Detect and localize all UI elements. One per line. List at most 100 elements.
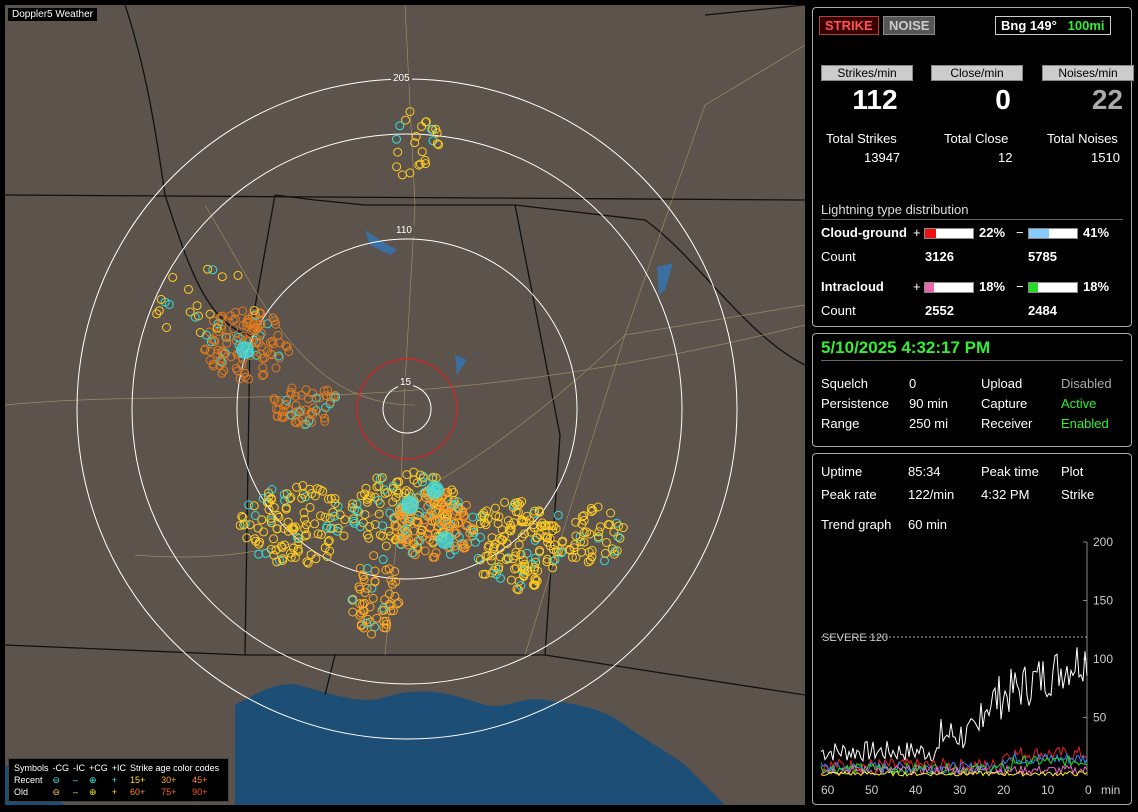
settings-panel: 5/10/2025 4:32:17 PM Squelch 0 Upload Di… bbox=[812, 333, 1132, 447]
lightning-map[interactable]: Doppler5 Weather 205 110 15 Symbols -CG … bbox=[5, 5, 805, 805]
ic-plus-sign: + bbox=[913, 279, 921, 294]
strike-marker bbox=[233, 366, 243, 376]
cg-count-label: Count bbox=[821, 249, 856, 264]
ic-negative-pct: 18% bbox=[1083, 279, 1110, 294]
trend-graph-value: 60 min bbox=[908, 517, 948, 532]
strike-marker bbox=[269, 503, 279, 512]
gulf-of-mexico bbox=[235, 684, 725, 805]
total-close-label: Total Close bbox=[944, 131, 1009, 146]
peak-time-value: 4:32 PM bbox=[981, 487, 1030, 502]
strike-marker bbox=[397, 170, 407, 180]
strike-marker bbox=[468, 512, 478, 522]
capture-label: Capture bbox=[981, 396, 1028, 411]
cg-minus-sign: − bbox=[1016, 225, 1024, 240]
cloud-ground-label: Cloud-ground bbox=[821, 225, 907, 240]
total-strikes-value: 13947 bbox=[864, 150, 901, 165]
range-rings bbox=[76, 78, 738, 740]
ic-positive-pct: 18% bbox=[979, 279, 1006, 294]
squelch-label: Squelch bbox=[821, 376, 868, 391]
receiver-label: Receiver bbox=[981, 416, 1033, 431]
strike-marker bbox=[348, 607, 358, 617]
strike-marker bbox=[219, 366, 229, 376]
noises-per-min-value: 22 bbox=[1091, 84, 1123, 115]
ring-label-110: 110 bbox=[394, 225, 414, 236]
x-tick-label: 50 bbox=[865, 783, 879, 797]
strike-marker bbox=[315, 485, 325, 495]
peak-rate-value: 122/min bbox=[908, 487, 955, 502]
strike-marker bbox=[192, 301, 202, 311]
x-tick-label: 20 bbox=[997, 783, 1011, 797]
strike-marker bbox=[311, 554, 321, 564]
intracloud-label: Intracloud bbox=[821, 279, 884, 294]
close-range-ring bbox=[356, 358, 458, 460]
map-title: Doppler5 Weather bbox=[8, 8, 97, 21]
strike-marker bbox=[405, 168, 415, 178]
minus-circle-icon: ⊖ bbox=[52, 775, 61, 785]
trend-line bbox=[820, 647, 1088, 763]
strike-marker bbox=[233, 270, 243, 280]
peak-time-label: Peak time bbox=[981, 464, 1039, 479]
legend-old-label: Old bbox=[14, 787, 29, 797]
strike-marker bbox=[203, 264, 213, 274]
squelch-value: 0 bbox=[909, 376, 917, 391]
total-noises-value: 1510 bbox=[1091, 150, 1120, 165]
strike-marker bbox=[600, 556, 609, 566]
range-label: Range bbox=[821, 416, 860, 431]
bearing-value: Bng 149° bbox=[1001, 18, 1057, 33]
legend-col-cg-pos: +CG bbox=[89, 763, 108, 773]
legend-symbols-label: Symbols bbox=[14, 763, 49, 773]
ic-positive-bar bbox=[924, 282, 974, 293]
strike-marker bbox=[283, 517, 293, 527]
x-tick-label: 0 bbox=[1085, 783, 1092, 797]
total-close-value: 12 bbox=[998, 150, 1013, 165]
legend-age-45: 45+ bbox=[192, 775, 208, 785]
strikes-per-min-button[interactable]: Strikes/min bbox=[821, 65, 913, 81]
strike-marker bbox=[431, 548, 441, 558]
strike-marker bbox=[600, 548, 610, 558]
cg-positive-pct: 22% bbox=[979, 225, 1006, 240]
strike-marker bbox=[257, 515, 267, 525]
y-tick-label: 150 bbox=[1093, 594, 1113, 608]
strike-marker bbox=[244, 500, 254, 510]
map-canvas bbox=[5, 5, 805, 805]
cg-plus-sign: + bbox=[913, 225, 921, 240]
strike-markers bbox=[152, 107, 628, 639]
state-borders bbox=[5, 5, 805, 696]
strike-marker bbox=[449, 488, 458, 498]
strike-marker bbox=[476, 532, 485, 542]
upload-status: Disabled bbox=[1061, 376, 1112, 391]
noise-button[interactable]: NOISE bbox=[883, 16, 936, 35]
strike-marker bbox=[310, 519, 320, 529]
strike-marker bbox=[392, 134, 401, 144]
range-value: 250 mi bbox=[909, 416, 949, 431]
strike-marker bbox=[361, 483, 371, 493]
minus-icon: – bbox=[73, 775, 79, 785]
uptime-label: Uptime bbox=[821, 464, 863, 479]
legend-age-30: 30+ bbox=[161, 775, 177, 785]
strike-button[interactable]: STRIKE bbox=[819, 16, 879, 35]
y-tick-label: 200 bbox=[1093, 535, 1113, 549]
ring-label-15: 15 bbox=[398, 377, 414, 388]
strike-marker bbox=[503, 516, 513, 526]
bearing-range-display[interactable]: Bng 149° 100mi bbox=[995, 16, 1111, 35]
plus-circle-icon: ⊕ bbox=[89, 787, 97, 797]
ic-minus-sign: − bbox=[1016, 279, 1024, 294]
strike-marker bbox=[217, 368, 227, 378]
strike-marker bbox=[514, 540, 524, 550]
strike-marker bbox=[514, 576, 524, 586]
current-datetime: 5/10/2025 4:32:17 PM bbox=[821, 338, 991, 357]
x-tick-label: 10 bbox=[1041, 783, 1055, 797]
strike-marker bbox=[306, 550, 316, 560]
noises-per-min-button[interactable]: Noises/min bbox=[1042, 65, 1134, 81]
strikes-per-min-value: 112 bbox=[852, 84, 898, 115]
legend-age-90: 90+ bbox=[192, 787, 208, 797]
strike-marker bbox=[305, 502, 315, 512]
highways bbox=[5, 5, 805, 656]
close-per-min-button[interactable]: Close/min bbox=[931, 65, 1023, 81]
strike-marker bbox=[392, 162, 402, 172]
legend-age-75: 75+ bbox=[161, 787, 177, 797]
symbol-legend: Symbols -CG -IC +CG +IC Strike age color… bbox=[8, 758, 230, 802]
legend-col-ic-pos: +IC bbox=[111, 763, 127, 773]
cg-positive-bar bbox=[924, 228, 974, 239]
trend-graph: 20015010050 SEVERE 120 60 50 40 30 20 10 0 min bbox=[820, 535, 1120, 797]
